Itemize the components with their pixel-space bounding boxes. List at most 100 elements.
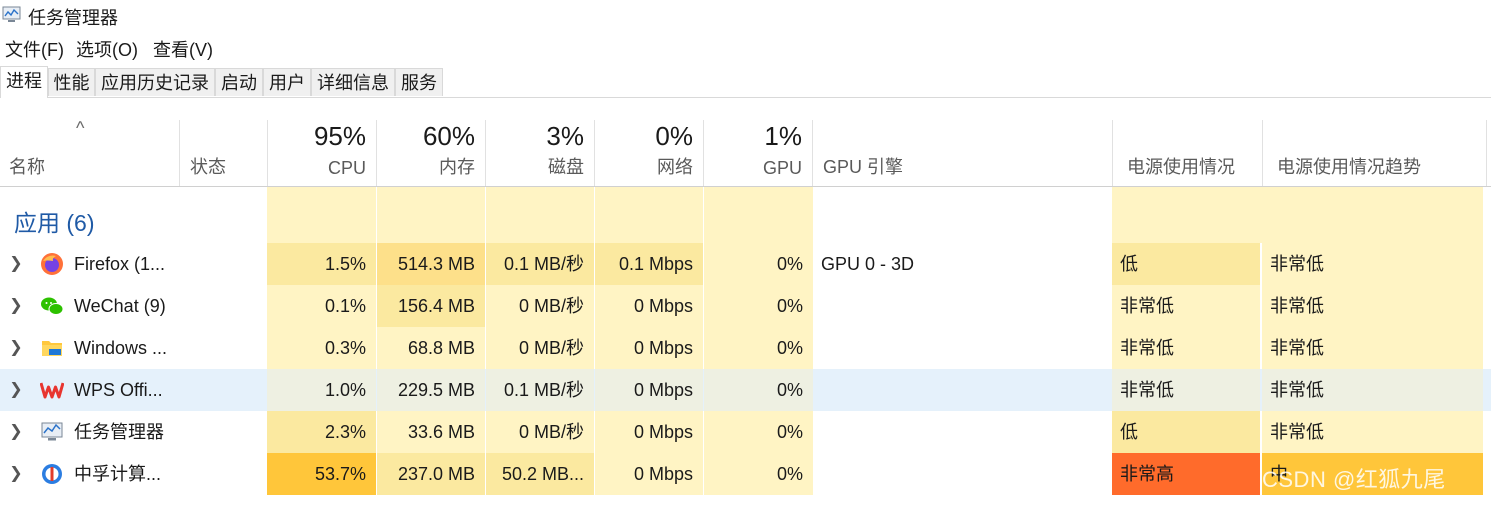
- power-cell: 低: [1112, 243, 1260, 285]
- col-gpu-engine-label: GPU 引擎: [823, 157, 904, 177]
- menu-bar: 文件(F) 选项(O) 查看(V): [0, 33, 1491, 61]
- col-cpu-label: CPU: [327, 158, 366, 178]
- col-gpu-label: GPU: [762, 158, 802, 178]
- network-total: 0%: [655, 121, 693, 151]
- gpu-engine-cell: [813, 411, 1112, 453]
- power-trend-cell: 非常低: [1262, 411, 1483, 453]
- power-cell: 非常低: [1112, 285, 1260, 327]
- group-heat-band: [267, 187, 813, 243]
- col-disk-label: 磁盘: [548, 157, 584, 177]
- tab-details[interactable]: 详细信息: [311, 68, 395, 96]
- cpu-cell: 0.3%: [267, 327, 376, 369]
- col-name-label: 名称: [9, 157, 45, 177]
- chevron-right-icon[interactable]: ❯: [8, 411, 24, 453]
- tab-users[interactable]: 用户: [263, 68, 311, 96]
- col-name[interactable]: ^ 名称: [0, 118, 180, 186]
- power-cell: 非常低: [1112, 369, 1260, 411]
- gpu-engine-cell: [813, 285, 1112, 327]
- memory-cell: 229.5 MB: [377, 369, 485, 411]
- menu-file[interactable]: 文件(F): [3, 36, 66, 62]
- col-cpu[interactable]: 95% CPU: [268, 120, 377, 186]
- gpu-engine-cell: [813, 453, 1112, 495]
- tab-bar: 进程 性能 应用历史记录 启动 用户 详细信息 服务: [0, 66, 1491, 98]
- cpu-cell: 2.3%: [267, 411, 376, 453]
- tab-services[interactable]: 服务: [395, 68, 443, 96]
- col-power-trend-label: 电源使用情况趋势: [1277, 157, 1421, 177]
- sort-ascending-icon: ^: [76, 118, 85, 138]
- wechat-icon: [41, 297, 64, 315]
- group-apps-title[interactable]: 应用 (6): [14, 204, 95, 238]
- col-disk[interactable]: 3% 磁盘: [486, 120, 595, 186]
- firefox-icon: [41, 253, 63, 275]
- cpu-total: 95%: [313, 121, 366, 151]
- gpu-engine-cell: [813, 327, 1112, 369]
- process-name: Firefox (1...: [74, 254, 166, 274]
- gpu-cell: 0%: [704, 243, 813, 285]
- cpu-cell: 0.1%: [267, 285, 376, 327]
- process-row-task-manager[interactable]: ❯ 任务管理器 2.3% 33.6 MB 0 MB/秒 0 Mbps 0% 低 …: [0, 411, 1491, 453]
- tab-startup[interactable]: 启动: [215, 68, 263, 96]
- process-name: WeChat (9): [74, 296, 166, 316]
- memory-total: 60%: [422, 121, 475, 151]
- process-row-windows-explorer[interactable]: ❯ Windows ... 0.3% 68.8 MB 0 MB/秒 0 Mbps…: [0, 327, 1491, 369]
- process-row-zhongfu[interactable]: ❯ 中孚计算... 53.7% 237.0 MB 50.2 MB... 0 Mb…: [0, 453, 1491, 495]
- power-cell: 非常低: [1112, 327, 1260, 369]
- process-name: Windows ...: [74, 338, 168, 358]
- col-memory-label: 内存: [439, 157, 475, 177]
- memory-cell: 514.3 MB: [377, 243, 485, 285]
- process-row-firefox[interactable]: ❯ Firefox (1... 1.5% 514.3 MB 0.1 MB/秒 0…: [0, 243, 1491, 285]
- chevron-right-icon[interactable]: ❯: [8, 285, 24, 327]
- col-power-trend[interactable]: 电源使用情况趋势: [1263, 120, 1487, 186]
- power-trend-cell: 非常低: [1262, 327, 1483, 369]
- disk-total: 3%: [546, 121, 584, 151]
- group-power-band: [1112, 187, 1262, 243]
- process-name: WPS Offi...: [74, 380, 163, 400]
- file-explorer-icon: [42, 341, 62, 356]
- disk-cell: 0 MB/秒: [486, 327, 594, 369]
- tab-performance[interactable]: 性能: [48, 68, 95, 96]
- chevron-right-icon[interactable]: ❯: [8, 327, 24, 369]
- process-row-wps-office[interactable]: ❯ WPS Offi... 1.0% 229.5 MB 0.1 MB/秒 0 M…: [0, 369, 1491, 411]
- chevron-right-icon[interactable]: ❯: [8, 243, 24, 285]
- cpu-cell: 1.5%: [267, 243, 376, 285]
- column-header: ^ 名称 状态 95% CPU 60% 内存 3% 磁盘 0% 网络 1% GP…: [0, 118, 1491, 187]
- window-title: 任务管理器: [28, 8, 118, 28]
- group-power-trend-band: [1262, 187, 1483, 243]
- network-cell: 0.1 Mbps: [595, 243, 703, 285]
- task-manager-icon: [2, 6, 21, 22]
- process-row-wechat[interactable]: ❯ WeChat (9) 0.1% 156.4 MB 0 MB/秒 0 Mbps…: [0, 285, 1491, 327]
- network-cell: 0 Mbps: [595, 327, 703, 369]
- gpu-total: 1%: [764, 121, 802, 151]
- disk-cell: 0.1 MB/秒: [486, 369, 594, 411]
- power-trend-cell: 非常低: [1262, 285, 1483, 327]
- network-cell: 0 Mbps: [595, 453, 703, 495]
- gpu-cell: 0%: [704, 369, 813, 411]
- tab-processes[interactable]: 进程: [0, 66, 48, 98]
- col-memory[interactable]: 60% 内存: [377, 120, 486, 186]
- menu-view[interactable]: 查看(V): [151, 36, 215, 62]
- memory-cell: 33.6 MB: [377, 411, 485, 453]
- menu-options[interactable]: 选项(O): [74, 36, 140, 62]
- network-cell: 0 Mbps: [595, 411, 703, 453]
- process-name: 中孚计算...: [74, 464, 162, 484]
- tab-app-history[interactable]: 应用历史记录: [95, 68, 215, 96]
- col-gpu[interactable]: 1% GPU: [704, 120, 813, 186]
- gpu-cell: 0%: [704, 285, 813, 327]
- chevron-right-icon[interactable]: ❯: [8, 453, 24, 495]
- gpu-cell: 0%: [704, 411, 813, 453]
- power-cell: 非常高: [1112, 453, 1260, 495]
- col-gpu-engine[interactable]: GPU 引擎: [813, 120, 1113, 186]
- col-network-label: 网络: [657, 157, 693, 177]
- cpu-cell: 53.7%: [267, 453, 376, 495]
- cpu-cell: 1.0%: [267, 369, 376, 411]
- wps-office-icon: [40, 382, 64, 399]
- col-power[interactable]: 电源使用情况: [1113, 120, 1263, 186]
- col-network[interactable]: 0% 网络: [595, 120, 704, 186]
- gpu-engine-cell: [813, 369, 1112, 411]
- memory-cell: 68.8 MB: [377, 327, 485, 369]
- chevron-right-icon[interactable]: ❯: [8, 369, 24, 411]
- power-trend-cell: 非常低: [1262, 243, 1483, 285]
- title-bar: 任务管理器: [0, 0, 1491, 32]
- col-status[interactable]: 状态: [180, 120, 268, 186]
- col-power-label: 电源使用情况: [1127, 157, 1235, 177]
